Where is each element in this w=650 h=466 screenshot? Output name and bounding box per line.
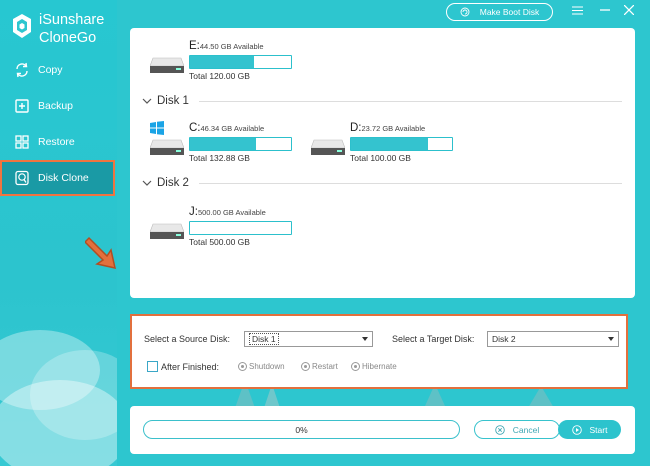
restore-icon [15, 135, 29, 149]
make-boot-disk-label: Make Boot Disk [479, 7, 540, 17]
sidebar-item-label: Restore [38, 136, 75, 148]
refresh-icon [460, 7, 470, 17]
drive-j[interactable]: J: 500.00 GB Available Total 500.00 GB [150, 206, 293, 247]
progress-bar: 0% [143, 420, 460, 439]
target-disk-label: Select a Target Disk: [392, 334, 475, 344]
minimize-icon[interactable] [598, 3, 612, 17]
disk-clone-icon [15, 170, 29, 186]
play-icon [571, 424, 582, 435]
after-finished-label: After Finished: [161, 362, 220, 372]
caret-down-icon [608, 337, 614, 341]
source-disk-select[interactable]: Disk 1 [244, 331, 373, 347]
drive-d[interactable]: D: 23.72 GB Available Total 100.00 GB [311, 122, 454, 163]
close-icon[interactable] [622, 3, 636, 17]
sidebar-item-disk-clone[interactable]: Disk Clone [0, 160, 115, 196]
drive-usage-fill [190, 138, 256, 150]
drive-total: Total 500.00 GB [189, 237, 250, 247]
drive-available: 500.00 GB Available [197, 208, 266, 217]
hard-drive-icon [150, 223, 184, 239]
hard-drive-icon [149, 139, 185, 155]
menu-icon[interactable] [570, 3, 584, 17]
drive-available: 23.72 GB Available [361, 124, 426, 133]
shutdown-radio[interactable]: Shutdown [238, 362, 285, 371]
drive-total: Total 100.00 GB [350, 153, 411, 163]
radio-dot [238, 362, 247, 371]
radio-label: Restart [312, 362, 338, 371]
restart-radio[interactable]: Restart [301, 362, 338, 371]
drive-total: Total 120.00 GB [189, 71, 250, 81]
chevron-down-icon [142, 180, 152, 186]
app-name-line2: CloneGo [39, 30, 97, 46]
cancel-icon [495, 424, 505, 435]
drive-available: 46.34 GB Available [200, 124, 265, 133]
disk-title: Disk 2 [157, 177, 189, 189]
windows-logo-icon [150, 121, 164, 135]
backup-icon [15, 99, 29, 113]
drive-letter: C: [189, 122, 201, 134]
app-name-line1: iSunshare [39, 12, 105, 28]
drive-c[interactable]: C: 46.34 GB Available Total 132.88 GB [149, 121, 293, 163]
disk-list-panel: E: 44.50 GB Available Total 120.00 GB Di… [130, 28, 635, 298]
caret-down-icon [362, 337, 368, 341]
cloud-decoration [0, 380, 117, 466]
drive-letter: J: [189, 206, 198, 218]
chevron-down-icon [142, 98, 152, 104]
disk-selection-panel: Select a Source Disk: Disk 1 Select a Ta… [130, 314, 628, 389]
hard-drive-icon [311, 139, 345, 155]
progress-panel: 0% Cancel Start [130, 406, 635, 454]
logo-icon [13, 14, 31, 38]
drive-total: Total 132.88 GB [189, 153, 250, 163]
cancel-label: Cancel [512, 424, 540, 435]
sidebar-item-restore[interactable]: Restore [0, 124, 117, 160]
drive-letter: E: [189, 40, 200, 52]
drive-usage-bar [189, 221, 292, 235]
copy-icon [16, 62, 28, 78]
radio-label: Hibernate [362, 362, 397, 371]
drive-usage-fill [190, 56, 254, 68]
sidebar-item-backup[interactable]: Backup [0, 88, 117, 124]
sidebar-item-copy[interactable]: Copy [0, 52, 117, 88]
cancel-button[interactable]: Cancel [474, 420, 560, 439]
target-disk-select[interactable]: Disk 2 [487, 331, 619, 347]
drive-usage-bar [189, 137, 292, 151]
hibernate-radio[interactable]: Hibernate [351, 362, 397, 371]
disk-2-header[interactable]: Disk 2 [142, 177, 622, 189]
start-button[interactable]: Start [558, 420, 621, 439]
pointer-arrow-icon [85, 236, 116, 269]
radio-dot [301, 362, 310, 371]
app-logo: iSunshare CloneGo [12, 11, 104, 47]
hard-drive-icon [150, 57, 184, 73]
drive-usage-bar [189, 55, 292, 69]
drive-usage-bar [350, 137, 453, 151]
start-label: Start [589, 424, 608, 435]
drive-available: 44.50 GB Available [199, 42, 264, 51]
radio-label: Shutdown [249, 362, 285, 371]
target-disk-value: Disk 2 [492, 334, 516, 344]
after-finished-checkbox[interactable] [147, 361, 158, 372]
disk-title: Disk 1 [157, 95, 189, 107]
source-disk-label: Select a Source Disk: [144, 334, 231, 344]
source-disk-value: Disk 1 [249, 333, 279, 345]
radio-dot [351, 362, 360, 371]
drive-letter: D: [350, 122, 362, 134]
progress-percent: 0% [295, 424, 308, 435]
divider [198, 100, 622, 102]
make-boot-disk-button[interactable]: Make Boot Disk [446, 3, 553, 21]
sidebar-item-label: Disk Clone [38, 172, 89, 184]
sidebar-item-label: Backup [38, 100, 74, 112]
sidebar-item-label: Copy [38, 64, 63, 76]
disk-1-header[interactable]: Disk 1 [142, 95, 622, 107]
drive-usage-fill [351, 138, 428, 150]
divider [198, 182, 622, 184]
sidebar-nav: Copy Backup Restore Disk Clone [0, 52, 117, 196]
drive-e[interactable]: E: 44.50 GB Available Total 120.00 GB [150, 40, 293, 81]
